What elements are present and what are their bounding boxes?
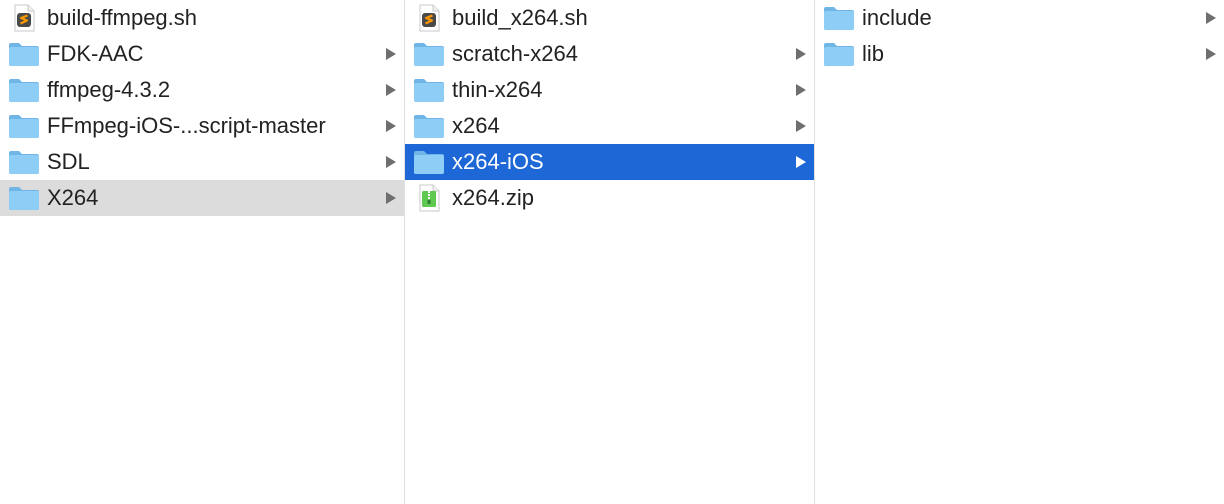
folder-icon — [413, 148, 445, 176]
column-1[interactable]: build-ffmpeg.sh FDK-AAC ffmpeg-4.3.2 FFm… — [0, 0, 405, 504]
list-item-ffmpeg-4-3-2[interactable]: ffmpeg-4.3.2 — [0, 72, 404, 108]
list-item-build-x264-sh[interactable]: build_x264.sh — [405, 0, 814, 36]
folder-icon — [8, 40, 40, 68]
folder-icon — [8, 112, 40, 140]
folder-icon — [8, 76, 40, 104]
list-item-thin-x264[interactable]: thin-x264 — [405, 72, 814, 108]
chevron-right-icon — [796, 120, 806, 132]
list-item-label: FFmpeg-iOS-...script-master — [47, 113, 326, 138]
folder-icon — [8, 184, 40, 212]
list-item-lib[interactable]: lib — [815, 36, 1224, 72]
list-item-label: thin-x264 — [452, 77, 543, 102]
sublime-script-icon — [413, 4, 445, 32]
column-3[interactable]: include lib — [815, 0, 1224, 504]
column-2[interactable]: build_x264.sh scratch-x264 thin-x264 x26… — [405, 0, 815, 504]
chevron-right-icon — [386, 48, 396, 60]
list-item-x264-ios-selected[interactable]: x264-iOS — [405, 144, 814, 180]
list-item-label: lib — [862, 41, 885, 66]
list-item-label: x264-iOS — [452, 149, 544, 174]
list-item-fdk-aac[interactable]: FDK-AAC — [0, 36, 404, 72]
list-item-x264-selected[interactable]: X264 — [0, 180, 404, 216]
list-item-label: build_x264.sh — [452, 5, 588, 30]
list-item-label: FDK-AAC — [47, 41, 144, 66]
list-item-sdl[interactable]: SDL — [0, 144, 404, 180]
folder-icon — [823, 4, 855, 32]
list-item-label: include — [862, 5, 932, 30]
folder-icon — [8, 148, 40, 176]
chevron-right-icon — [386, 192, 396, 204]
list-item-label: build-ffmpeg.sh — [47, 5, 198, 30]
list-item-label: X264 — [47, 185, 99, 210]
list-item-include[interactable]: include — [815, 0, 1224, 36]
chevron-right-icon — [386, 120, 396, 132]
chevron-right-icon — [796, 84, 806, 96]
list-item-x264[interactable]: x264 — [405, 108, 814, 144]
list-item-label: x264 — [452, 113, 500, 138]
folder-icon — [413, 76, 445, 104]
zip-archive-icon — [413, 184, 445, 212]
sublime-script-icon — [8, 4, 40, 32]
list-item-scratch-x264[interactable]: scratch-x264 — [405, 36, 814, 72]
list-item-label: SDL — [47, 149, 90, 174]
list-item-ffmpeg-ios-script-master[interactable]: FFmpeg-iOS-...script-master — [0, 108, 404, 144]
list-item-label: scratch-x264 — [452, 41, 578, 66]
list-item-x264-zip[interactable]: x264.zip — [405, 180, 814, 216]
chevron-right-icon — [386, 84, 396, 96]
chevron-right-icon — [1206, 48, 1216, 60]
list-item-build-ffmpeg-sh[interactable]: build-ffmpeg.sh — [0, 0, 404, 36]
chevron-right-icon — [796, 156, 806, 168]
chevron-right-icon — [1206, 12, 1216, 24]
folder-icon — [413, 112, 445, 140]
chevron-right-icon — [796, 48, 806, 60]
column-browser: build-ffmpeg.sh FDK-AAC ffmpeg-4.3.2 FFm… — [0, 0, 1224, 504]
folder-icon — [823, 40, 855, 68]
folder-icon — [413, 40, 445, 68]
chevron-right-icon — [386, 156, 396, 168]
list-item-label: ffmpeg-4.3.2 — [47, 77, 171, 102]
list-item-label: x264.zip — [452, 185, 534, 210]
